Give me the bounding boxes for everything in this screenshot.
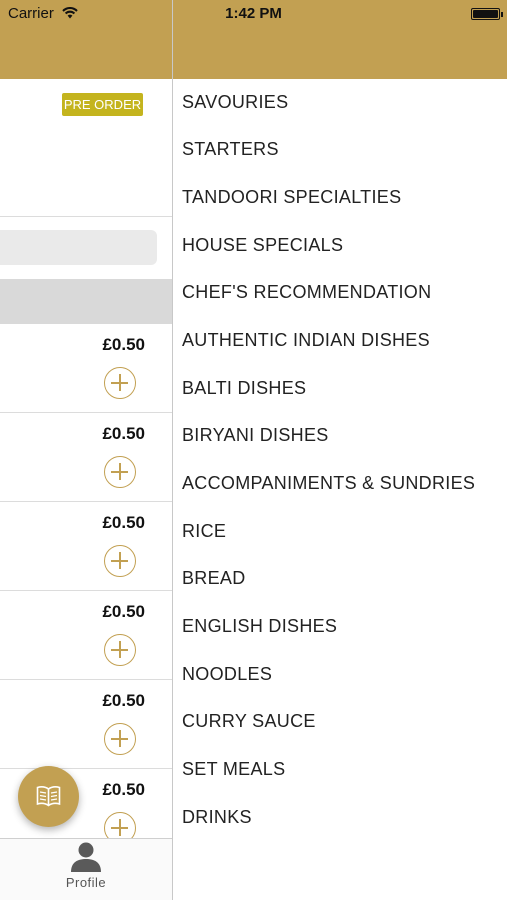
menu-book-button[interactable] (18, 766, 79, 827)
category-balti-dishes[interactable]: BALTI DISHES (182, 373, 306, 403)
category-drinks[interactable]: DRINKS (182, 802, 252, 832)
add-icon[interactable] (104, 634, 136, 666)
item-price: £0.50 (102, 602, 145, 621)
item-price: £0.50 (102, 335, 145, 354)
menu-item-row[interactable]: £0.50 (0, 324, 172, 413)
tab-profile-label: Profile (65, 875, 107, 890)
pre-order-badge[interactable]: PRE ORDER (62, 93, 143, 116)
tab-profile[interactable]: Profile (52, 841, 120, 897)
category-starters[interactable]: STARTERS (182, 134, 279, 164)
category-noodles[interactable]: NOODLES (182, 659, 272, 689)
menu-book-icon (36, 786, 61, 807)
menu-item-row[interactable]: £0.50 (0, 680, 172, 769)
category-authentic-indian-dishes[interactable]: AUTHENTIC INDIAN DISHES (182, 325, 430, 355)
category-set-meals[interactable]: SET MEALS (182, 754, 285, 784)
clock: 1:42 PM (225, 5, 282, 22)
battery-icon (471, 8, 503, 20)
item-price: £0.50 (102, 513, 145, 532)
item-price: £0.50 (102, 424, 145, 443)
add-icon[interactable] (104, 545, 136, 577)
category-rice[interactable]: RICE (182, 516, 226, 546)
tab-bar: Profile (0, 838, 172, 900)
add-icon[interactable] (104, 723, 136, 755)
add-icon[interactable] (104, 456, 136, 488)
menu-item-row[interactable]: £0.50 (0, 502, 172, 591)
status-bar: Carrier 1:42 PM (0, 0, 507, 28)
category-chefs-recommendation[interactable]: CHEF'S RECOMMENDATION (182, 277, 431, 307)
category-menu: SAVOURIES STARTERS TANDOORI SPECIALTIES … (173, 79, 507, 900)
category-house-specials[interactable]: HOUSE SPECIALS (182, 230, 343, 260)
category-curry-sauce[interactable]: CURRY SAUCE (182, 706, 316, 736)
search-input[interactable] (0, 230, 157, 265)
section-header (0, 279, 172, 324)
category-tandoori-specialties[interactable]: TANDOORI SPECIALTIES (182, 182, 401, 212)
item-price: £0.50 (102, 691, 145, 710)
category-english-dishes[interactable]: ENGLISH DISHES (182, 611, 337, 641)
category-accompaniments-sundries[interactable]: ACCOMPANIMENTS & SUNDRIES (182, 468, 475, 498)
category-biryani-dishes[interactable]: BIRYANI DISHES (182, 420, 329, 450)
menu-item-row[interactable]: £0.50 (0, 413, 172, 502)
add-icon[interactable] (104, 812, 136, 838)
person-icon (71, 842, 101, 872)
divider (0, 216, 172, 217)
menu-item-row[interactable]: £0.50 (0, 591, 172, 680)
category-bread[interactable]: BREAD (182, 563, 246, 593)
item-price: £0.50 (102, 780, 145, 799)
add-icon[interactable] (104, 367, 136, 399)
category-savouries[interactable]: SAVOURIES (182, 87, 288, 117)
header-bar: Carrier 1:42 PM (0, 0, 507, 79)
